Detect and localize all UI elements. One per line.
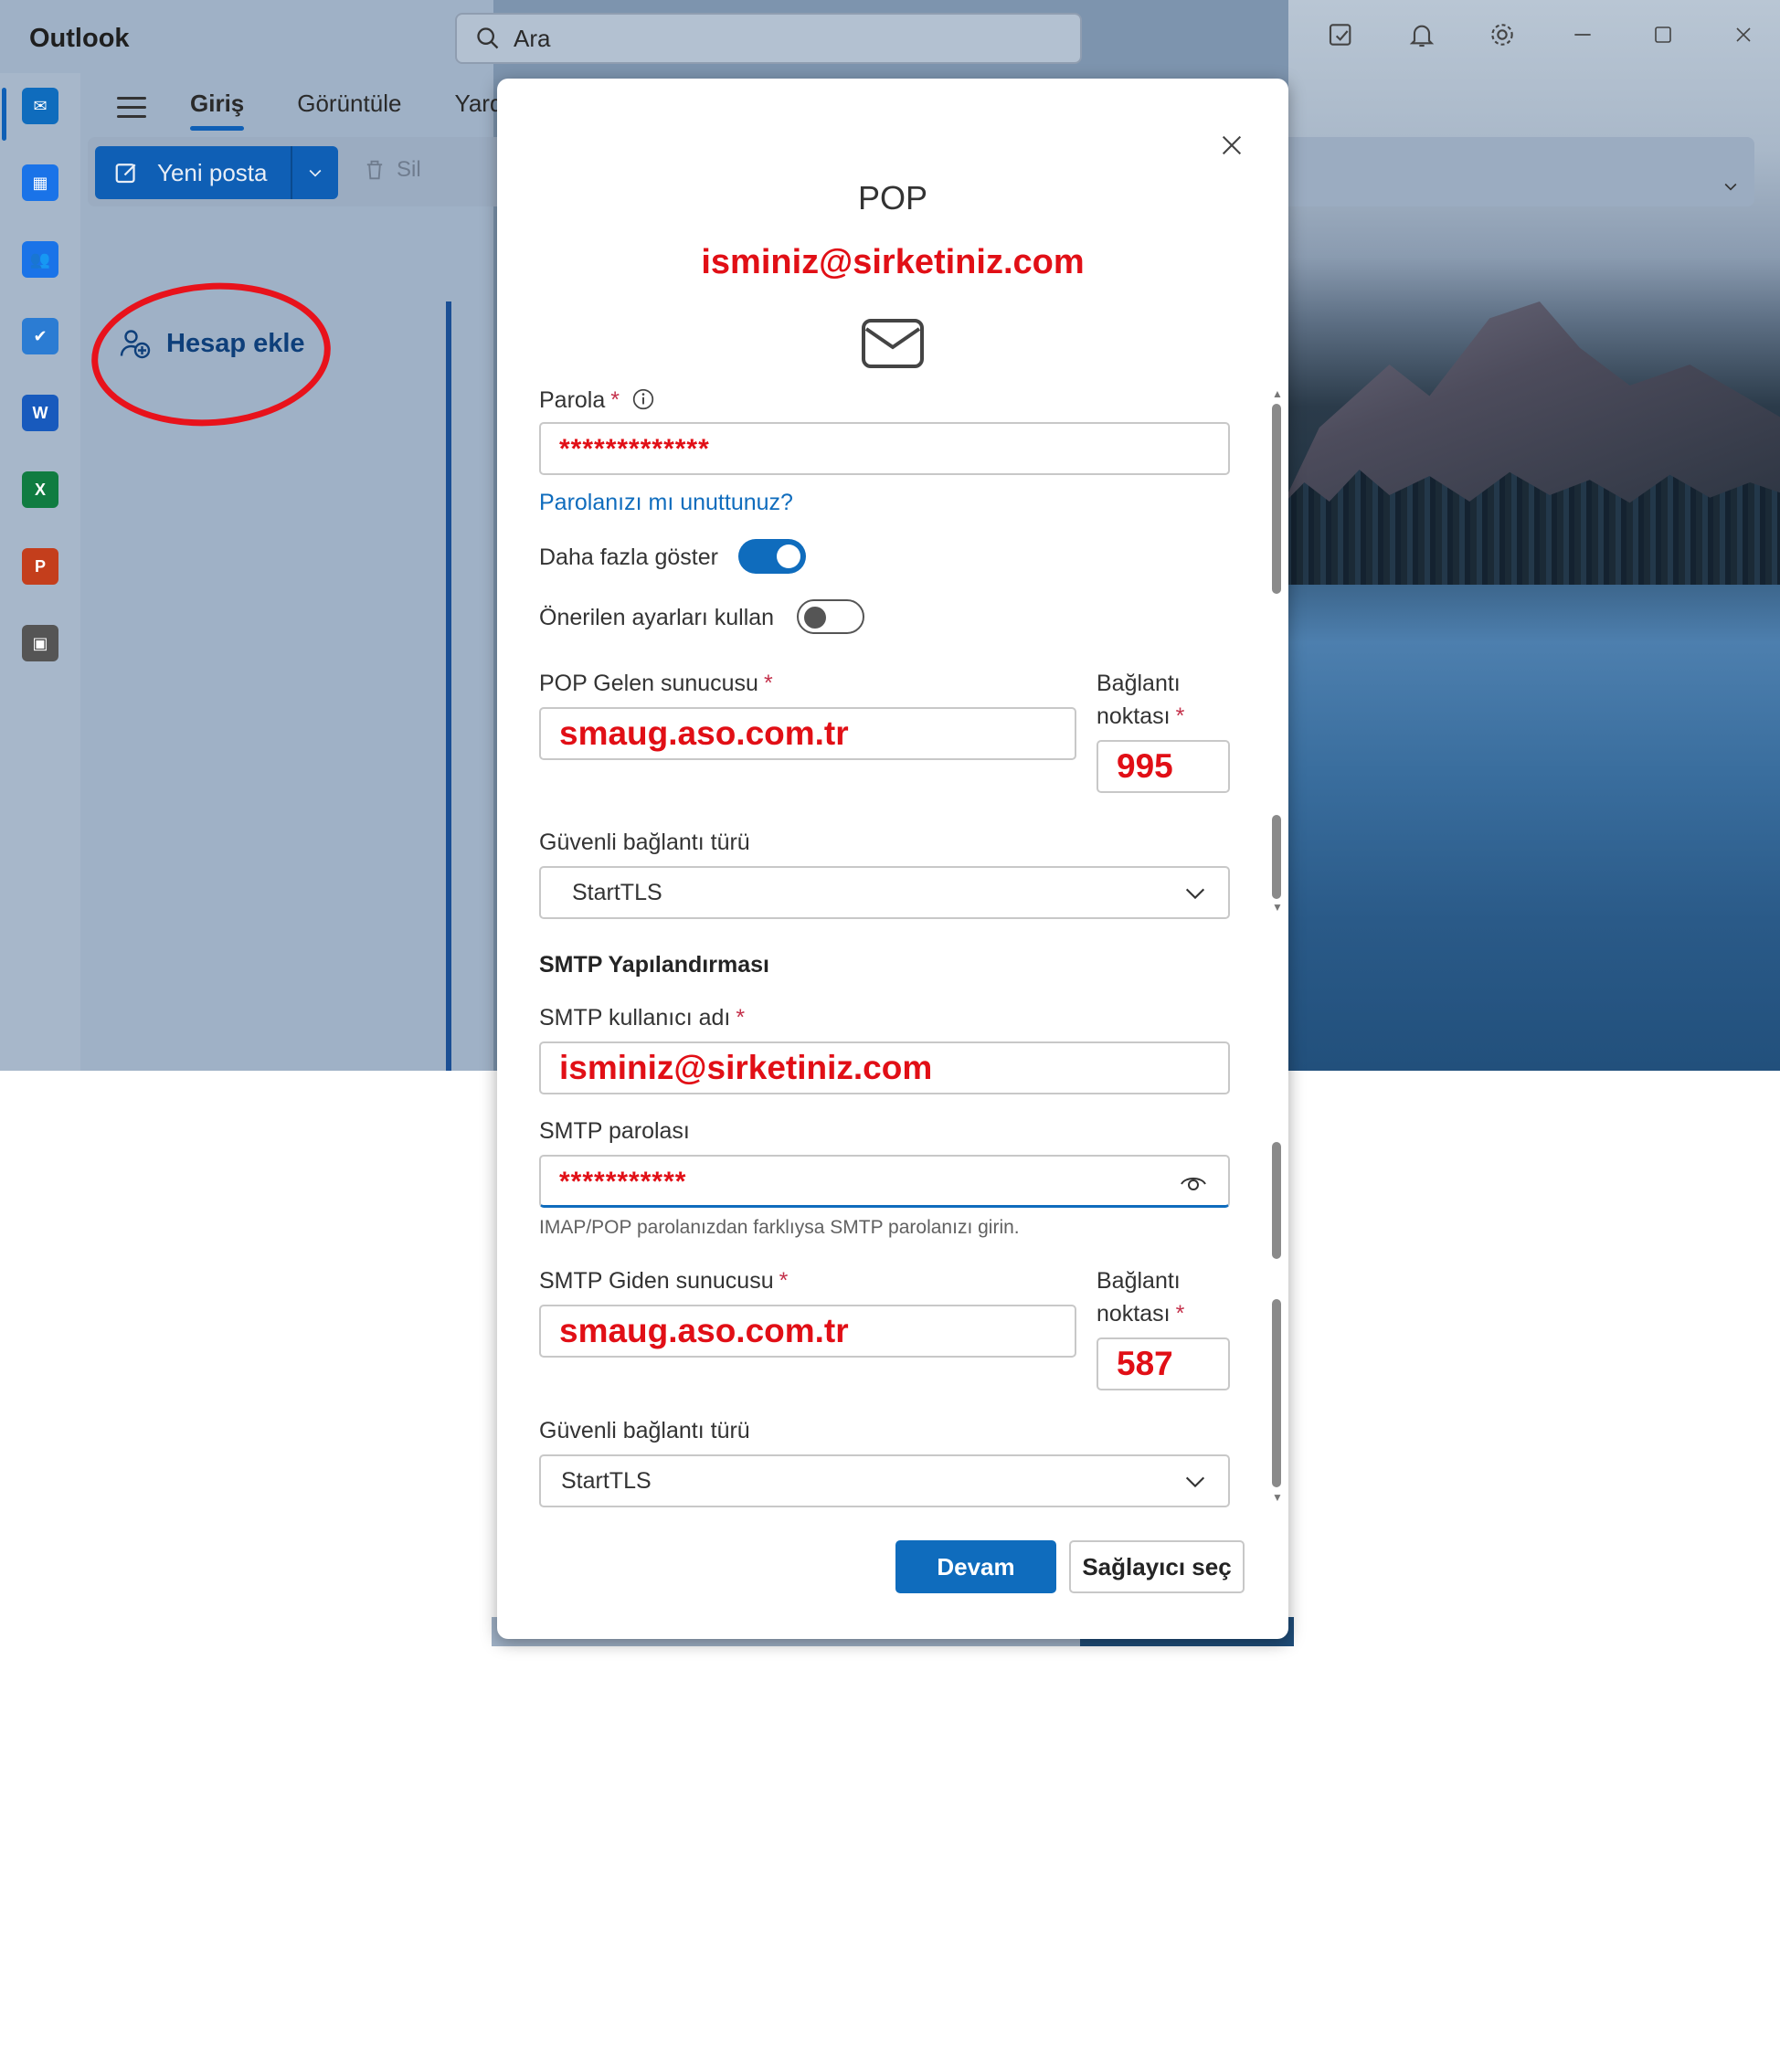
word-icon[interactable]: W xyxy=(22,395,58,431)
close-window-icon[interactable] xyxy=(1725,16,1762,53)
calendar-icon[interactable]: ▦ xyxy=(22,164,58,201)
smtp-user-field[interactable]: isminiz@sirketiniz.com xyxy=(539,1041,1230,1094)
password-value: ************* xyxy=(559,434,710,464)
close-icon xyxy=(1222,135,1242,155)
new-mail-button[interactable]: Yeni posta xyxy=(95,146,338,199)
search-box[interactable]: Ara xyxy=(455,13,1082,64)
smtp-section-title: SMTP Yapılandırması xyxy=(539,952,769,978)
smtp-password-field[interactable]: *********** xyxy=(539,1155,1230,1208)
app-title: Outlook xyxy=(29,24,130,53)
show-more-toggle[interactable] xyxy=(738,539,806,574)
pop-secure-value: StartTLS xyxy=(572,879,662,905)
new-mail-label: Yeni posta xyxy=(157,158,268,186)
account-email: isminiz@sirketiniz.com xyxy=(701,243,1085,281)
chevron-down-icon xyxy=(1185,1476,1205,1488)
password-field[interactable]: ************* xyxy=(539,422,1230,475)
maximize-icon[interactable] xyxy=(1645,16,1681,53)
bell-icon[interactable] xyxy=(1404,16,1440,53)
excel-icon[interactable]: X xyxy=(22,471,58,508)
password-label: Parola * xyxy=(539,387,655,414)
scrollbar-thumb-lower-2 xyxy=(1272,1299,1281,1487)
compose-icon xyxy=(115,164,136,184)
delete-button[interactable]: Sil xyxy=(362,157,421,183)
apps-icon[interactable]: ▣ xyxy=(22,625,58,661)
new-mail-dropdown[interactable] xyxy=(291,146,338,199)
scroll-down-arrow-lower-icon[interactable]: ▼ xyxy=(1272,1491,1283,1504)
smtp-port-value: 587 xyxy=(1117,1345,1173,1382)
pop-port-label-line2: noktası * xyxy=(1097,703,1185,729)
hamburger-menu-icon[interactable] xyxy=(117,97,146,124)
search-icon xyxy=(477,27,499,49)
smtp-password-label: SMTP parolası xyxy=(539,1118,690,1144)
delete-label: Sil xyxy=(397,157,421,182)
recommended-settings-toggle[interactable] xyxy=(797,599,864,634)
pop-server-field[interactable]: smaug.aso.com.tr xyxy=(539,707,1076,760)
tab-view[interactable]: Görüntüle xyxy=(297,90,401,118)
pop-account-dialog: POP isminiz@sirketiniz.com Parola * *****… xyxy=(497,79,1288,1639)
tab-home[interactable]: Giriş xyxy=(190,90,245,131)
message-list xyxy=(446,228,501,1071)
app-rail: ✉ ▦ 👥 ✔ W X P ▣ xyxy=(0,88,80,661)
todo-icon[interactable]: ✔ xyxy=(22,318,58,354)
mail-icon[interactable]: ✉ xyxy=(22,88,58,124)
scrollbar-thumb-segment xyxy=(1272,815,1281,899)
pop-port-field[interactable]: 995 xyxy=(1097,740,1230,793)
trash-icon xyxy=(366,160,383,180)
smtp-port-label-line2: noktası * xyxy=(1097,1301,1185,1327)
title-bar: Outlook Ara xyxy=(0,0,1780,77)
smtp-secure-value: StartTLS xyxy=(561,1467,652,1494)
continue-button[interactable]: Devam xyxy=(895,1540,1056,1593)
ribbon-expand-chevron-icon[interactable] xyxy=(1722,177,1740,201)
title-bar-controls xyxy=(1323,16,1762,53)
pop-port-label-line1: Bağlantı xyxy=(1097,671,1181,696)
smtp-server-field[interactable]: smaug.aso.com.tr xyxy=(539,1305,1076,1358)
smtp-server-value: smaug.aso.com.tr xyxy=(559,1312,849,1349)
pop-secure-label: Güvenli bağlantı türü xyxy=(539,830,750,855)
smtp-secure-select[interactable]: StartTLS xyxy=(539,1454,1230,1507)
chevron-down-icon xyxy=(1185,888,1205,900)
choose-provider-button[interactable]: Sağlayıcı seç xyxy=(1069,1540,1245,1593)
envelope-icon xyxy=(862,319,924,368)
eye-icon[interactable] xyxy=(1179,1169,1208,1195)
smtp-password-value: *********** xyxy=(559,1166,687,1197)
powerpoint-icon[interactable]: P xyxy=(22,548,58,585)
smtp-port-field[interactable]: 587 xyxy=(1097,1337,1230,1390)
people-icon[interactable]: 👥 xyxy=(22,241,58,278)
pop-port-value: 995 xyxy=(1117,747,1173,785)
search-placeholder: Ara xyxy=(514,24,551,52)
pop-server-value: smaug.aso.com.tr xyxy=(559,714,849,752)
scrollbar-thumb[interactable] xyxy=(1272,404,1281,594)
pop-secure-select[interactable]: StartTLS xyxy=(539,866,1230,919)
my-day-icon[interactable] xyxy=(1323,16,1360,53)
show-more-label: Daha fazla göster xyxy=(539,544,718,570)
info-icon[interactable] xyxy=(631,387,655,411)
smtp-server-label: SMTP Giden sunucusu * xyxy=(539,1268,789,1294)
chevron-down-icon xyxy=(309,169,322,177)
dialog-title: POP xyxy=(857,179,928,217)
message-list-divider xyxy=(446,301,451,1071)
minimize-icon[interactable] xyxy=(1564,16,1601,53)
smtp-secure-label: Güvenli bağlantı türü xyxy=(539,1418,750,1443)
scrollbar-thumb-lower xyxy=(1272,1142,1281,1259)
smtp-password-hint: IMAP/POP parolanızdan farklıysa SMTP par… xyxy=(539,1217,1020,1238)
forgot-password-link[interactable]: Parolanızı mı unuttunuz? xyxy=(539,490,793,516)
ribbon-tabs: Giriş Görüntüle Yardı xyxy=(190,90,510,131)
pop-server-label: POP Gelen sunucusu * xyxy=(539,671,773,696)
smtp-user-label: SMTP kullanıcı adı * xyxy=(539,1005,746,1031)
gear-icon[interactable] xyxy=(1484,16,1520,53)
recommended-settings-label: Önerilen ayarları kullan xyxy=(539,605,775,630)
close-dialog-button[interactable] xyxy=(1213,130,1250,166)
smtp-user-value: isminiz@sirketiniz.com xyxy=(559,1049,933,1086)
scroll-down-arrow-icon[interactable]: ▼ xyxy=(1272,901,1283,914)
smtp-port-label-line1: Bağlantı xyxy=(1097,1268,1181,1294)
scroll-up-arrow-icon[interactable]: ▲ xyxy=(1272,387,1283,400)
